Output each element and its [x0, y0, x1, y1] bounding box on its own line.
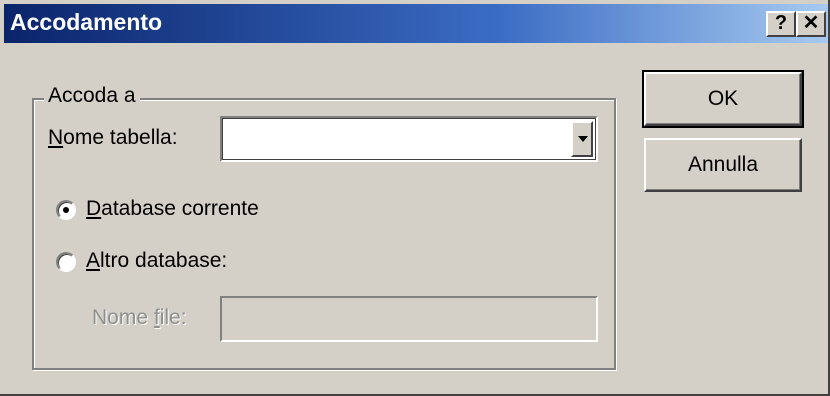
other-database-label[interactable]: Altro database: [86, 249, 227, 273]
file-name-label-end: ile: [159, 306, 187, 329]
ok-button[interactable]: OK [642, 70, 804, 128]
close-button[interactable]: ✕ [796, 11, 826, 37]
table-name-label: Nome tabella: [48, 126, 178, 150]
file-name-label: Nome file: [92, 306, 187, 330]
table-name-mnemonic: N [48, 126, 64, 149]
help-button[interactable]: ? [766, 11, 796, 37]
chevron-down-icon[interactable] [571, 121, 593, 157]
other-database-radio[interactable] [56, 252, 76, 272]
cancel-button[interactable]: Annulla [644, 138, 802, 192]
dialog-title: Accodamento [10, 9, 163, 35]
close-icon: ✕ [802, 12, 820, 34]
table-name-combobox[interactable] [220, 116, 598, 162]
current-database-label-text: atabase corrente [101, 197, 259, 220]
table-name-label-text: ome tabella: [63, 126, 178, 149]
current-database-radio[interactable] [56, 200, 76, 220]
other-database-mnemonic: A [86, 249, 101, 272]
current-database-label[interactable]: Database corrente [86, 197, 259, 221]
title-bar[interactable]: Accodamento ? ✕ [4, 4, 828, 43]
help-icon: ? [774, 12, 788, 34]
append-dialog: Accodamento ? ✕ Accoda a Nome tabella: D… [0, 0, 830, 396]
other-database-label-text: ltro database: [100, 249, 228, 272]
file-name-field[interactable] [220, 296, 598, 342]
file-name-label-start: Nome [92, 306, 154, 329]
append-to-legend: Accoda a [44, 84, 140, 108]
table-name-input[interactable] [226, 122, 570, 158]
current-database-mnemonic: D [86, 197, 102, 220]
